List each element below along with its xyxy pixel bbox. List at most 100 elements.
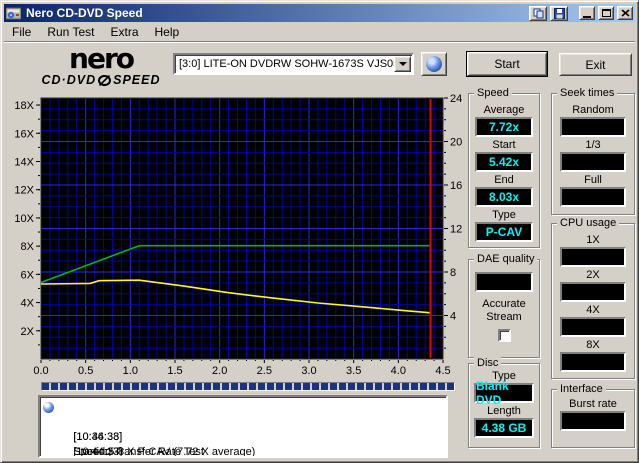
maximize-icon bbox=[601, 9, 611, 17]
exit-button-label: Exit bbox=[585, 57, 606, 72]
seek-third-label: 1/3 bbox=[585, 139, 601, 151]
dae-quality-panel-title: DAE quality bbox=[474, 253, 538, 265]
logo-cddvd-text: CD·DVD bbox=[41, 73, 97, 87]
drive-select-arrow-button[interactable] bbox=[394, 56, 411, 72]
accurate-stream-label-line2: Stream bbox=[486, 311, 522, 323]
test-progress-bar bbox=[41, 382, 455, 391]
dae-quality-panel: DAE quality Accurate Stream bbox=[468, 253, 540, 358]
copy-icon bbox=[533, 8, 543, 18]
interface-panel-title: Interface bbox=[557, 383, 606, 395]
disc-info-button[interactable] bbox=[421, 52, 447, 76]
cpu-4x-value bbox=[560, 317, 626, 337]
log-time: [10:44:33] bbox=[73, 446, 123, 458]
log-line: [10:44:33] Elapsed Time: 8:20 bbox=[42, 430, 444, 456]
close-icon bbox=[620, 9, 630, 17]
logo-disc-icon bbox=[98, 74, 112, 86]
cpu-usage-panel: CPU usage 1X 2X 4X 8X bbox=[551, 217, 635, 379]
log-line: [10:36:38] Starting Transfer Rate Test bbox=[42, 400, 444, 456]
svg-text:4: 4 bbox=[450, 311, 456, 323]
disc-panel: Disc Type Blank DVD Length 4.38 GB bbox=[468, 357, 540, 448]
nero-logo-text: nero bbox=[69, 42, 135, 75]
menu-run-test[interactable]: Run Test bbox=[39, 23, 102, 41]
minimize-icon bbox=[583, 15, 591, 18]
svg-text:14X: 14X bbox=[14, 156, 34, 168]
start-button[interactable]: Start bbox=[466, 51, 548, 77]
svg-text:16: 16 bbox=[450, 180, 462, 192]
seek-full-label: Full bbox=[584, 174, 602, 186]
close-button[interactable] bbox=[617, 6, 633, 20]
speed-type-label: Type bbox=[492, 209, 516, 221]
speed-panel: Speed Average 7.72x Start 5.42x End 8.03… bbox=[468, 87, 540, 248]
exit-button[interactable]: Exit bbox=[559, 53, 632, 76]
svg-text:20: 20 bbox=[450, 137, 462, 149]
window-title: Nero CD-DVD Speed bbox=[26, 6, 143, 20]
logo-speed-text: SPEED bbox=[113, 73, 161, 87]
svg-text:2X: 2X bbox=[21, 326, 35, 338]
app-icon bbox=[6, 7, 21, 20]
accurate-stream-checkbox[interactable] bbox=[497, 329, 511, 342]
test-progress-fill bbox=[42, 383, 454, 390]
svg-text:12: 12 bbox=[450, 224, 462, 236]
status-log[interactable]: [10:36:38] Starting Transfer Rate Test [… bbox=[38, 395, 448, 458]
copy-to-clipboard-button[interactable] bbox=[529, 5, 547, 21]
drive-select-value: [3:0] LITE-ON DVDRW SOHW-1673S VJS05 bbox=[179, 58, 394, 70]
speed-type-value: P-CAV bbox=[475, 222, 533, 242]
titlebar[interactable]: Nero CD-DVD Speed bbox=[4, 4, 635, 22]
cpu-8x-value bbox=[560, 352, 626, 372]
disc-length-label: Length bbox=[487, 405, 521, 417]
seek-times-panel-title: Seek times bbox=[557, 87, 618, 99]
svg-text:1.0: 1.0 bbox=[123, 365, 138, 377]
minimize-button[interactable] bbox=[579, 6, 595, 20]
cpu-1x-label: 1X bbox=[586, 234, 600, 246]
svg-text:4.0: 4.0 bbox=[391, 365, 406, 377]
disc-length-value: 4.38 GB bbox=[474, 418, 534, 438]
cpu-usage-panel-title: CPU usage bbox=[557, 217, 620, 229]
speed-average-label: Average bbox=[483, 104, 525, 116]
drive-select[interactable]: [3:0] LITE-ON DVDRW SOHW-1673S VJS05 bbox=[173, 53, 414, 75]
seek-random-value bbox=[560, 117, 626, 137]
svg-text:2.5: 2.5 bbox=[257, 365, 272, 377]
disc-icon bbox=[426, 56, 442, 72]
cpu-2x-value bbox=[560, 282, 626, 302]
svg-text:24: 24 bbox=[450, 93, 462, 105]
svg-text:4X: 4X bbox=[21, 298, 35, 310]
cpu-8x-label: 8X bbox=[586, 339, 600, 351]
cpu-4x-label: 4X bbox=[586, 304, 600, 316]
menu-extra[interactable]: Extra bbox=[102, 23, 146, 41]
speed-panel-title: Speed bbox=[474, 87, 512, 99]
menu-help[interactable]: Help bbox=[147, 23, 188, 41]
save-button[interactable] bbox=[550, 5, 568, 21]
cpu-2x-label: 2X bbox=[586, 269, 600, 281]
chevron-down-icon bbox=[398, 62, 407, 66]
svg-text:8X: 8X bbox=[21, 241, 35, 253]
speed-end-value: 8.03x bbox=[475, 187, 533, 207]
dae-quality-value bbox=[475, 272, 533, 292]
svg-text:3.5: 3.5 bbox=[346, 365, 361, 377]
svg-text:2.0: 2.0 bbox=[212, 365, 227, 377]
log-line: [10:44:33] Speed:5-8 X P-CAV (7.72 X ave… bbox=[42, 415, 444, 456]
disc-panel-title: Disc bbox=[474, 357, 502, 369]
svg-text:4.5: 4.5 bbox=[435, 365, 450, 377]
burst-rate-label: Burst rate bbox=[569, 398, 617, 410]
seek-full-value bbox=[560, 187, 626, 207]
svg-text:18X: 18X bbox=[14, 100, 34, 112]
start-button-label: Start bbox=[494, 57, 520, 71]
svg-text:6X: 6X bbox=[21, 269, 35, 281]
speed-start-value: 5.42x bbox=[475, 152, 533, 172]
speed-start-label: Start bbox=[492, 139, 516, 151]
speed-average-value: 7.72x bbox=[475, 117, 533, 137]
interface-panel: Interface Burst rate bbox=[551, 383, 635, 448]
menu-file[interactable]: File bbox=[4, 23, 39, 41]
app-window: Nero CD-DVD Speed File Run Test Extra He… bbox=[0, 0, 639, 463]
svg-text:0.0: 0.0 bbox=[33, 365, 48, 377]
svg-text:16X: 16X bbox=[14, 128, 34, 140]
disc-type-value: Blank DVD bbox=[474, 379, 534, 407]
seek-third-value bbox=[560, 152, 626, 172]
svg-text:12X: 12X bbox=[14, 185, 34, 197]
burst-rate-value bbox=[560, 411, 626, 431]
seek-times-panel: Seek times Random 1/3 Full bbox=[551, 87, 635, 215]
svg-text:3.0: 3.0 bbox=[301, 365, 316, 377]
svg-text:0.5: 0.5 bbox=[78, 365, 93, 377]
maximize-button[interactable] bbox=[598, 6, 614, 20]
cpu-1x-value bbox=[560, 247, 626, 267]
